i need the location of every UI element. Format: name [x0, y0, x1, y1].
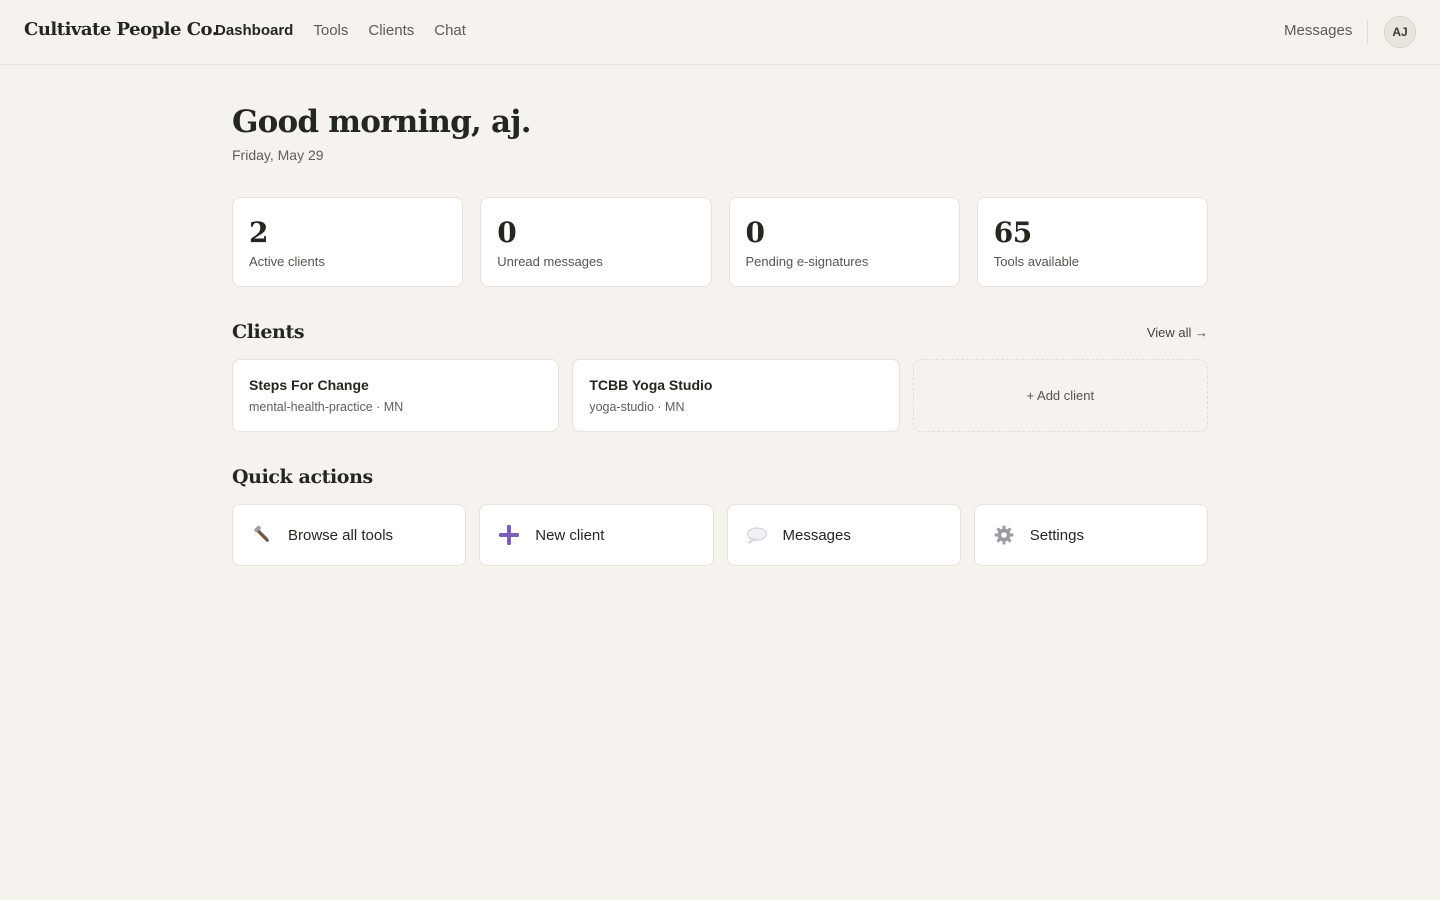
- plus-icon: [498, 524, 520, 546]
- messages-link[interactable]: Messages: [1284, 22, 1352, 39]
- stats-row: 2 Active clients 0 Unread messages 0 Pen…: [232, 197, 1208, 287]
- browse-all-tools-button[interactable]: Browse all tools: [232, 504, 467, 566]
- new-client-button[interactable]: New client: [479, 504, 714, 566]
- action-label: New client: [535, 526, 605, 544]
- settings-button[interactable]: Settings: [973, 504, 1208, 566]
- client-card-steps-for-change[interactable]: Steps For Change mental-health-practice …: [232, 359, 560, 432]
- quick-actions-title: Quick actions: [232, 466, 373, 488]
- nav-tools[interactable]: Tools: [313, 22, 348, 39]
- nav-dashboard[interactable]: Dashboard: [215, 22, 293, 39]
- stat-label: Active clients: [249, 254, 325, 269]
- stat-card-tools-available: 65 Tools available: [976, 197, 1208, 287]
- brand-logo[interactable]: Cultivate People Co.: [24, 19, 218, 40]
- page-title: Good morning, aj.: [232, 104, 532, 140]
- stat-value: 0: [745, 216, 765, 249]
- current-date: Friday, May 29: [232, 147, 324, 163]
- client-meta: yoga-studio · MN: [589, 400, 685, 414]
- client-name: TCBB Yoga Studio: [589, 377, 713, 393]
- action-label: Browse all tools: [288, 526, 394, 544]
- stat-value: 65: [993, 216, 1032, 249]
- client-name: Steps For Change: [249, 377, 369, 393]
- top-navigation-bar: Cultivate People Co. Dashboard Tools Cli…: [0, 0, 1440, 65]
- client-meta: mental-health-practice · MN: [249, 400, 404, 414]
- stat-card-active-clients: 2 Active clients: [232, 197, 464, 287]
- stat-value: 0: [497, 216, 517, 249]
- header-divider: [1367, 20, 1368, 44]
- nav-clients[interactable]: Clients: [368, 22, 414, 39]
- messages-button[interactable]: Messages: [726, 504, 961, 566]
- stat-value: 2: [249, 216, 268, 249]
- stat-label: Unread messages: [497, 254, 603, 269]
- view-all-clients-link[interactable]: View all →: [1147, 325, 1208, 340]
- tools-icon: [251, 524, 273, 546]
- user-avatar[interactable]: AJ: [1384, 16, 1416, 48]
- action-label: Settings: [1029, 526, 1084, 544]
- nav-chat[interactable]: Chat: [434, 22, 466, 39]
- stat-card-pending-esignatures: 0 Pending e-signatures: [728, 197, 960, 287]
- clients-list: Steps For Change mental-health-practice …: [232, 359, 1208, 432]
- add-client-button[interactable]: + Add client: [912, 359, 1208, 432]
- main-nav: Dashboard Tools Clients Chat: [215, 22, 466, 39]
- stat-label: Pending e-signatures: [745, 254, 869, 269]
- clients-section-title: Clients: [232, 321, 305, 343]
- stat-label: Tools available: [993, 254, 1080, 269]
- action-label: Messages: [782, 526, 851, 544]
- client-card-tcbb-yoga-studio[interactable]: TCBB Yoga Studio yoga-studio · MN: [572, 359, 900, 432]
- gear-icon: [993, 524, 1015, 546]
- stat-card-unread-messages: 0 Unread messages: [480, 197, 712, 287]
- chat-bubble-icon: [746, 524, 768, 546]
- quick-actions-row: Browse all tools New client Messages Set…: [232, 504, 1208, 566]
